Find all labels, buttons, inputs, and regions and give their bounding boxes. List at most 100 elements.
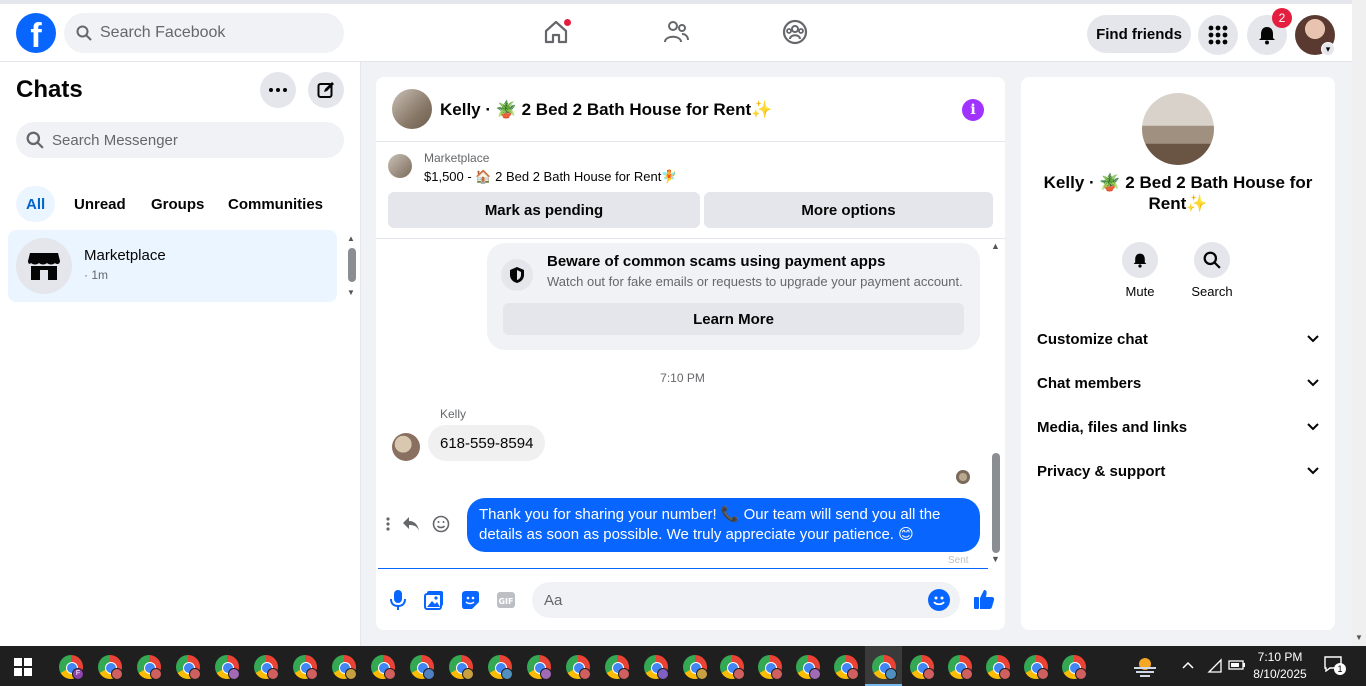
conversation-avatar[interactable]	[392, 89, 432, 129]
search-conversation-button[interactable]: Search	[1182, 242, 1242, 299]
learn-more-button[interactable]: Learn More	[503, 303, 964, 335]
conversation-title[interactable]: Kelly · 🪴 2 Bed 2 Bath House for Rent✨	[440, 100, 772, 120]
chrome-icon[interactable]	[1024, 655, 1049, 680]
chat-members-section[interactable]: Chat members	[1037, 369, 1319, 397]
chevron-down-icon	[1307, 335, 1319, 343]
chrome-icon[interactable]	[605, 655, 630, 680]
scroll-thumb[interactable]	[992, 453, 1000, 553]
facebook-logo[interactable]: f	[16, 13, 56, 53]
mark-as-pending-button[interactable]: Mark as pending	[388, 192, 700, 228]
media-files-links-section[interactable]: Media, files and links	[1037, 413, 1319, 441]
more-dots-icon	[269, 88, 287, 92]
chrome-icon[interactable]	[758, 655, 783, 680]
chrome-icon[interactable]	[98, 655, 123, 680]
listing-price[interactable]: $1,500 - 🏠 2 Bed 2 Bath House for Rent🧚	[424, 169, 678, 185]
reply-icon[interactable]	[402, 516, 420, 532]
info-icon[interactable]: i	[962, 99, 984, 121]
scroll-down-arrow-icon[interactable]: ▼	[991, 554, 1000, 564]
conversation-header: Kelly · 🪴 2 Bed 2 Bath House for Rent✨ i	[376, 77, 1005, 142]
scroll-thumb[interactable]	[348, 248, 356, 282]
menu-button[interactable]	[1198, 15, 1238, 55]
more-options-button[interactable]: More options	[704, 192, 993, 228]
messenger-search-input[interactable]: Search Messenger	[16, 122, 344, 158]
messenger-search-placeholder: Search Messenger	[52, 131, 178, 149]
photo-icon[interactable]	[423, 589, 445, 611]
chrome-icon[interactable]	[215, 655, 240, 680]
message-input[interactable]: Aa	[532, 582, 960, 618]
chrome-icon[interactable]	[137, 655, 162, 680]
chrome-icon[interactable]	[410, 655, 435, 680]
filter-communities[interactable]: Communities	[218, 186, 333, 222]
chrome-icon[interactable]	[834, 655, 859, 680]
warning-title: Beware of common scams using payment app…	[547, 253, 886, 270]
more-vertical-icon[interactable]	[386, 517, 390, 531]
listing-avatar[interactable]	[1142, 93, 1214, 165]
grid-menu-icon	[1208, 25, 1228, 45]
friends-icon[interactable]	[662, 18, 690, 46]
chrome-icon[interactable]	[254, 655, 279, 680]
chrome-icon[interactable]	[176, 655, 201, 680]
chrome-icon[interactable]	[488, 655, 513, 680]
action-center-icon[interactable]: 1	[1324, 656, 1346, 676]
filter-all[interactable]: All	[16, 186, 56, 222]
chevron-up-icon[interactable]	[1182, 661, 1194, 669]
search-label: Search	[1191, 284, 1233, 299]
chat-info-panel: Kelly · 🪴 2 Bed 2 Bath House for Rent✨ M…	[1021, 77, 1335, 630]
section-label: Customize chat	[1037, 330, 1148, 348]
find-friends-button[interactable]: Find friends	[1087, 15, 1191, 53]
customize-chat-section[interactable]: Customize chat	[1037, 325, 1319, 353]
incoming-message[interactable]: 618-559-8594	[428, 425, 546, 461]
chrome-icon[interactable]	[720, 655, 745, 680]
chrome-icon[interactable]	[872, 655, 897, 680]
chrome-icon[interactable]	[449, 655, 474, 680]
chrome-icon[interactable]	[1062, 655, 1087, 680]
search-icon	[1203, 251, 1221, 269]
chrome-icon[interactable]	[527, 655, 552, 680]
chat-list-item[interactable]: Marketplace · 1m	[8, 230, 337, 302]
sender-avatar[interactable]	[392, 433, 420, 461]
chrome-icon[interactable]	[566, 655, 591, 680]
message-composer: GIF Aa	[376, 577, 1005, 623]
groups-icon[interactable]	[781, 18, 809, 46]
chrome-icon[interactable]: F	[59, 655, 84, 680]
scroll-down-arrow-icon[interactable]: ▼	[1355, 633, 1363, 642]
chrome-icon[interactable]	[293, 655, 318, 680]
new-message-button[interactable]	[308, 72, 344, 108]
filter-groups[interactable]: Groups	[141, 186, 214, 222]
privacy-support-section[interactable]: Privacy & support	[1037, 457, 1319, 485]
listing-thumbnail[interactable]	[388, 154, 412, 178]
thumbs-up-icon[interactable]	[972, 587, 996, 611]
chrome-icon[interactable]	[683, 655, 708, 680]
microphone-icon[interactable]	[387, 589, 409, 611]
react-emoji-icon[interactable]	[432, 515, 450, 533]
outgoing-message[interactable]: Thank you for sharing your number! 📞 Our…	[467, 498, 980, 552]
chrome-icon[interactable]	[371, 655, 396, 680]
scroll-down-arrow-icon[interactable]: ▼	[347, 288, 355, 297]
scroll-up-arrow-icon[interactable]: ▲	[991, 241, 1000, 251]
facebook-search[interactable]: Search Facebook	[64, 13, 344, 53]
top-nav: f Search Facebook Find friends 2 ▾	[0, 0, 1352, 62]
chrome-icon[interactable]	[948, 655, 973, 680]
battery-icon[interactable]	[1228, 659, 1246, 671]
chrome-icon[interactable]	[644, 655, 669, 680]
mute-button[interactable]: Mute	[1110, 242, 1170, 299]
chrome-icon[interactable]	[910, 655, 935, 680]
filter-unread[interactable]: Unread	[64, 186, 136, 222]
windows-start-icon[interactable]	[14, 658, 32, 676]
weather-icon[interactable]	[1132, 655, 1158, 677]
sticker-icon[interactable]	[459, 589, 481, 611]
chevron-down-icon[interactable]: ▾	[1321, 42, 1335, 56]
chats-scrollbar[interactable]: ▲ ▼	[346, 234, 358, 300]
chrome-icon[interactable]	[332, 655, 357, 680]
conversation-scrollbar[interactable]: ▲ ▼	[989, 241, 1003, 567]
scroll-up-arrow-icon[interactable]: ▲	[347, 234, 355, 243]
page-scrollbar[interactable]: ▼	[1352, 0, 1366, 646]
gif-icon[interactable]: GIF	[495, 589, 517, 611]
emoji-icon[interactable]	[928, 589, 950, 611]
chat-options-button[interactable]	[260, 72, 296, 108]
wifi-icon[interactable]	[1207, 658, 1223, 674]
chrome-icon[interactable]	[986, 655, 1011, 680]
message-input-placeholder: Aa	[544, 591, 563, 609]
chrome-icon[interactable]	[796, 655, 821, 680]
system-clock[interactable]: 7:10 PM 8/10/2025	[1250, 649, 1310, 683]
